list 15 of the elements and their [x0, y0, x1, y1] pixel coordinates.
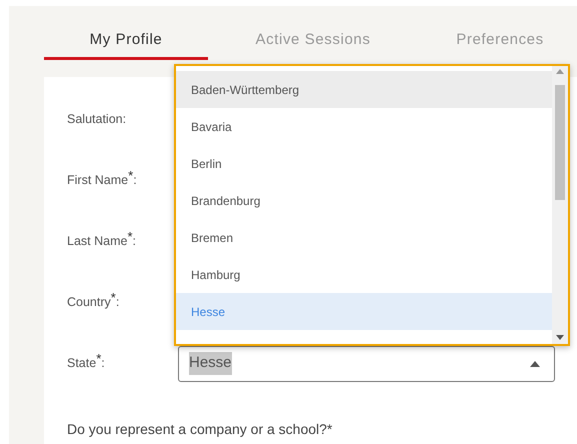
- dropdown-option[interactable]: Bavaria: [176, 108, 552, 145]
- field-label: Salutation:: [67, 111, 128, 128]
- dropdown-option[interactable]: Bremen: [176, 219, 552, 256]
- select-value: Hesse: [189, 352, 232, 375]
- scrollbar-thumb[interactable]: [555, 85, 565, 200]
- dropdown-option[interactable]: Berlin: [176, 145, 552, 182]
- tab[interactable]: My Profile: [44, 24, 208, 60]
- dropdown-option[interactable]: Brandenburg: [176, 182, 552, 219]
- scroll-up-icon[interactable]: [556, 69, 564, 74]
- question-label: Do you represent a company or a school?*: [67, 420, 334, 439]
- state-select[interactable]: Hesse: [178, 346, 555, 382]
- scrollbar[interactable]: [552, 66, 568, 344]
- dropdown-option[interactable]: Baden-Württemberg: [176, 71, 552, 108]
- dropdown-option[interactable]: Hamburg: [176, 256, 552, 293]
- scroll-down-icon[interactable]: [556, 335, 564, 340]
